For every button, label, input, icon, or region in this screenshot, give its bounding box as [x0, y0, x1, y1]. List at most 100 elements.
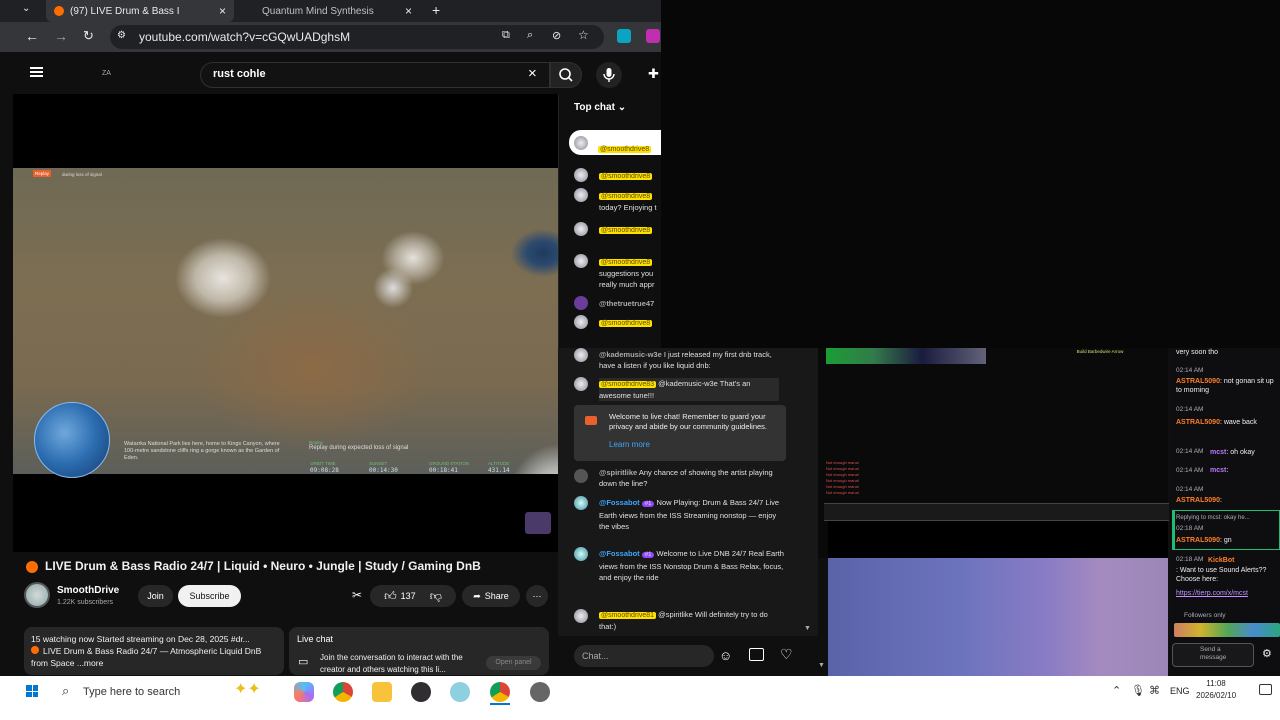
- tab-quantum-mind[interactable]: Quantum Mind Synthesis ×: [240, 0, 420, 22]
- stat-value: 00:14:30: [369, 467, 398, 474]
- chat-message: @smoothdrive83 @kademusic-w3e That's an …: [599, 378, 779, 401]
- more-link[interactable]: ...more: [77, 658, 103, 668]
- language-indicator[interactable]: ENG: [1170, 686, 1190, 696]
- taskbar-search-placeholder: Type here to search: [83, 686, 181, 698]
- sparkle-icon[interactable]: ✦✦: [234, 679, 261, 699]
- site-info-icon[interactable]: ⚙: [117, 30, 126, 41]
- stat-label: ALTITUDE: [488, 461, 510, 466]
- avatar: [574, 315, 588, 329]
- avatar: [574, 136, 588, 150]
- description-meta: 15 watching now Started streaming on Dec…: [31, 634, 250, 644]
- settings-gear-icon[interactable]: ⚙: [1262, 647, 1272, 660]
- channel-avatar[interactable]: [24, 582, 50, 608]
- timestamp: 02:18 AM: [1176, 525, 1204, 532]
- zoom-icon[interactable]: ⌕: [527, 29, 533, 42]
- game-action-bar[interactable]: [824, 503, 1169, 521]
- top-chat-label: Top chat: [574, 102, 615, 113]
- heart-icon[interactable]: ♡: [780, 646, 793, 663]
- share-button[interactable]: ➦ Share: [462, 585, 520, 607]
- clock[interactable]: 11:08 2026/02/10: [1196, 678, 1236, 702]
- timestamp: 02:14 AM: [1176, 467, 1204, 474]
- bot-link[interactable]: https://tierp.com/x/mcst: [1176, 589, 1278, 598]
- clock-date: 2026/02/10: [1196, 691, 1237, 700]
- description-line: LIVE Drum & Bass Radio 24/7 — Atmospheri…: [43, 646, 262, 656]
- super-chat-icon[interactable]: [749, 648, 764, 661]
- timestamp: 02:18 AM: [1176, 556, 1204, 563]
- extension-icon[interactable]: [617, 29, 631, 43]
- network-icon[interactable]: ⌘: [1149, 684, 1160, 697]
- extension-icon[interactable]: [646, 29, 660, 43]
- reload-icon[interactable]: ↻: [83, 28, 94, 44]
- clip-icon[interactable]: ✂: [352, 588, 362, 602]
- scroll-down-icon[interactable]: ▼: [818, 662, 825, 669]
- chat-message: @smoothdrive81 @spiritlike Will definite…: [599, 610, 768, 631]
- install-icon[interactable]: ⧉: [502, 29, 510, 42]
- subscribe-button[interactable]: Subscribe: [178, 585, 241, 607]
- chat-message: @smoothdrive8 today? Enjoying t: [599, 193, 657, 212]
- channel-watermark[interactable]: [525, 512, 551, 534]
- chat-line: ASTRAL5090: not gonan sit up to morning: [1176, 378, 1274, 394]
- stat-value: 09:08:28: [310, 467, 339, 474]
- chat-message: @smoothdrive8: [599, 173, 653, 180]
- emote-row[interactable]: [1174, 623, 1280, 637]
- app-icon[interactable]: [450, 682, 470, 702]
- forward-icon[interactable]: →: [54, 28, 68, 44]
- chat-line: mcst: oh okay: [1210, 449, 1255, 456]
- live-chat-prompt: Join the conversation to interact with t…: [320, 653, 463, 674]
- notification-icon[interactable]: [1259, 684, 1272, 695]
- tracking-icon[interactable]: ⊘: [552, 29, 561, 42]
- more-actions-icon[interactable]: ⋯: [526, 585, 548, 607]
- chat-message: @thetruetrue47: [599, 299, 655, 308]
- chrome-icon[interactable]: [333, 682, 353, 702]
- menu-icon[interactable]: [30, 67, 43, 77]
- obs-icon[interactable]: [411, 682, 431, 702]
- close-tab-icon[interactable]: ×: [405, 4, 412, 18]
- show-hidden-icons[interactable]: ⌃: [1112, 684, 1121, 697]
- file-explorer-icon[interactable]: [372, 682, 392, 702]
- chat-placeholder: Chat...: [582, 651, 609, 661]
- chat-message: @spiritlike Any chance of showing the ar…: [599, 468, 773, 488]
- avatar: [574, 188, 588, 202]
- microphone-icon[interactable]: 🎙︎: [1131, 684, 1145, 697]
- bookmark-star-icon[interactable]: ☆: [578, 28, 589, 42]
- copilot-icon[interactable]: [294, 682, 314, 702]
- url-text[interactable]: youtube.com/watch?v=cGQwUADghsM: [139, 30, 350, 44]
- chrome-profile-icon[interactable]: [490, 682, 510, 702]
- youtube-logo[interactable]: ZA: [102, 70, 111, 77]
- clear-search-icon[interactable]: ×: [528, 65, 537, 82]
- description-text: 15 watching now Started streaming on Dec…: [31, 633, 276, 669]
- tab-search-chevron-icon[interactable]: ⌄: [22, 3, 30, 14]
- game-log: Not enough mana! Not enough mana! Not enou…: [826, 460, 859, 495]
- welcome-text: Welcome to live chat! Remember to guard …: [609, 412, 768, 431]
- avatar: [574, 547, 588, 561]
- open-panel-button[interactable]: Open panel: [486, 656, 541, 670]
- scroll-down-icon[interactable]: ▼: [804, 625, 811, 632]
- tab-live-dnb[interactable]: (97) LIVE Drum & Bass I ×: [46, 0, 234, 22]
- youtube-icon: [585, 416, 597, 425]
- like-icon[interactable]: 👍︎: [384, 589, 397, 604]
- search-icon: [559, 68, 573, 82]
- avatar: [574, 168, 588, 182]
- emoji-icon[interactable]: ☺: [719, 648, 732, 663]
- live-dot-icon: [26, 561, 38, 573]
- create-icon[interactable]: ✚: [648, 66, 659, 82]
- chat-bubble-icon: ▭: [298, 656, 309, 668]
- close-tab-icon[interactable]: ×: [219, 4, 226, 18]
- learn-more-link[interactable]: Learn more: [609, 440, 650, 449]
- channel-name[interactable]: SmoothDrive: [57, 585, 119, 596]
- followers-only: Followers only: [1184, 612, 1226, 619]
- search-button[interactable]: [550, 62, 582, 88]
- chat-message: @smoothdrive8 suggestions you really much…: [599, 259, 655, 289]
- new-tab-icon[interactable]: +: [432, 2, 440, 18]
- dislike-icon[interactable]: 👎︎: [430, 589, 442, 604]
- replay-sub: during loss of signal: [62, 172, 102, 177]
- join-button[interactable]: Join: [138, 585, 173, 607]
- like-count[interactable]: 137: [401, 591, 416, 601]
- voice-search-button[interactable]: [596, 62, 622, 88]
- taskbar-active-indicator: [490, 703, 510, 705]
- app-icon[interactable]: [530, 682, 550, 702]
- clock-time: 11:08: [1206, 679, 1226, 688]
- top-chat-dropdown[interactable]: Top chat ⌄: [574, 102, 626, 113]
- start-windows-icon[interactable]: [26, 685, 38, 697]
- back-icon[interactable]: ←: [25, 28, 39, 44]
